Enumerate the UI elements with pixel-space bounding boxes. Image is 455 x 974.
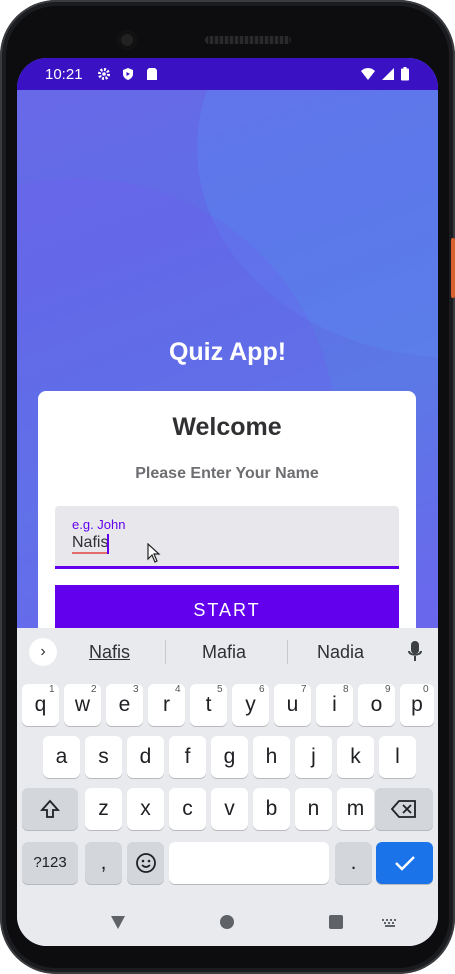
key-label: m: [346, 797, 365, 820]
number-hints: 1 2 3 4 5 6 7 8 9 0: [17, 684, 438, 698]
name-input[interactable]: e.g. John Nafis: [55, 506, 399, 569]
shift-key[interactable]: [22, 788, 78, 830]
name-prompt: Please Enter Your Name: [135, 465, 319, 482]
backspace-icon: [390, 800, 416, 818]
status-bar: 10:21: [17, 58, 438, 90]
recents-icon[interactable]: [328, 914, 344, 930]
backspace-key[interactable]: [375, 788, 433, 830]
shift-icon: [39, 799, 61, 818]
key-label: s: [98, 745, 109, 768]
key-l[interactable]: l: [379, 736, 416, 778]
key-hint: 8: [343, 684, 349, 695]
key-label: h: [265, 745, 278, 768]
key-g[interactable]: g: [211, 736, 248, 778]
suggestion-item[interactable]: Mafia: [202, 642, 246, 663]
key-v[interactable]: v: [211, 788, 248, 830]
key-hint: 2: [91, 684, 97, 695]
key-hint: 0: [423, 684, 429, 695]
key-label: ,: [100, 851, 107, 874]
home-icon[interactable]: [219, 914, 235, 930]
status-time: 10:21: [45, 66, 83, 83]
key-hint: 6: [259, 684, 265, 695]
key-label: x: [140, 797, 151, 820]
key-h[interactable]: h: [253, 736, 290, 778]
keyboard-switch-icon[interactable]: [381, 918, 399, 928]
key-hint: 7: [301, 684, 307, 695]
key-label: l: [395, 745, 400, 768]
key-label: d: [139, 745, 152, 768]
key-x[interactable]: x: [127, 788, 164, 830]
key-b[interactable]: b: [253, 788, 290, 830]
key-label: b: [265, 797, 278, 820]
suggestion-item[interactable]: Nafis: [89, 642, 130, 663]
key-hint: 5: [217, 684, 223, 695]
key-label: g: [223, 745, 236, 768]
key-c[interactable]: c: [169, 788, 206, 830]
key-hint: 9: [385, 684, 391, 695]
symbols-key[interactable]: ?123: [22, 842, 78, 884]
key-a[interactable]: a: [43, 736, 80, 778]
front-camera: [117, 30, 137, 50]
welcome-card: Welcome Please Enter Your Name e.g. John…: [38, 391, 416, 651]
key-label: c: [182, 797, 193, 820]
settings-icon: [98, 68, 110, 80]
key-label: a: [55, 745, 68, 768]
phone-frame: 10:21 Quiz App! Welcome Please Enter You…: [0, 0, 455, 974]
key-j[interactable]: j: [295, 736, 332, 778]
battery-icon: [401, 67, 409, 81]
chevron-right-icon[interactable]: ›: [29, 638, 57, 666]
key-hint: 4: [175, 684, 181, 695]
key-label: f: [184, 745, 191, 768]
sim-card-icon: [147, 68, 157, 80]
microphone-icon[interactable]: [407, 640, 423, 664]
power-button[interactable]: [451, 238, 455, 298]
enter-key[interactable]: [376, 842, 433, 884]
space-key[interactable]: [169, 842, 329, 884]
signal-icon: [382, 68, 394, 80]
key-s[interactable]: s: [85, 736, 122, 778]
key-hint: 1: [49, 684, 55, 695]
shield-icon: [123, 68, 133, 80]
mouse-pointer-icon: [147, 543, 161, 563]
divider: [287, 640, 288, 664]
emoji-key[interactable]: [127, 842, 164, 884]
back-icon[interactable]: [110, 914, 126, 930]
suggestion-item[interactable]: Nadia: [317, 642, 364, 663]
welcome-heading: Welcome: [172, 413, 282, 441]
key-hint: 3: [133, 684, 139, 695]
name-input-value[interactable]: Nafis: [72, 534, 109, 554]
key-f[interactable]: f: [169, 736, 206, 778]
app-title: Quiz App!: [168, 338, 287, 366]
key-label: j: [311, 745, 316, 768]
key-z[interactable]: z: [85, 788, 122, 830]
comma-key[interactable]: ,: [85, 842, 122, 884]
key-m[interactable]: m: [337, 788, 374, 830]
key-k[interactable]: k: [337, 736, 374, 778]
key-label: n: [307, 797, 320, 820]
text-caret: [107, 534, 109, 554]
key-label: v: [224, 797, 235, 820]
navigation-bar: [17, 900, 438, 946]
checkmark-icon: [394, 856, 415, 871]
suggestion-strip: › Nafis Mafia Nadia: [17, 628, 438, 676]
key-label: .: [350, 851, 357, 874]
soft-keyboard: › Nafis Mafia Nadia q w e r t y u i o p …: [17, 628, 438, 946]
screen: 10:21 Quiz App! Welcome Please Enter You…: [17, 58, 438, 946]
name-input-hint: e.g. John: [72, 517, 126, 532]
key-d[interactable]: d: [127, 736, 164, 778]
divider: [165, 640, 166, 664]
emoji-icon: [135, 853, 156, 873]
key-n[interactable]: n: [295, 788, 332, 830]
key-label: ?123: [33, 854, 67, 871]
key-label: k: [350, 745, 361, 768]
wifi-icon: [361, 68, 375, 80]
key-label: z: [98, 797, 109, 820]
earpiece-speaker: [205, 36, 291, 44]
period-key[interactable]: .: [335, 842, 372, 884]
